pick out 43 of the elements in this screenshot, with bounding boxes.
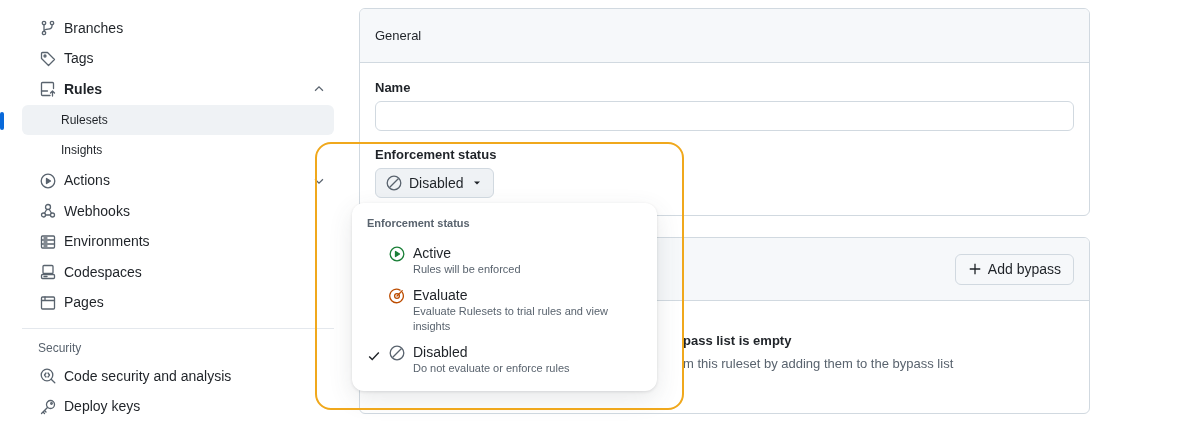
option-description: Rules will be enforced: [413, 262, 521, 275]
name-input[interactable]: [375, 101, 1074, 131]
option-label: Disabled: [413, 343, 468, 360]
webhook-icon: [40, 203, 56, 220]
document-arrow-icon: [40, 81, 56, 98]
code-scan-icon: [40, 368, 56, 385]
empty-state-title: pass list is empty: [683, 332, 792, 350]
option-description: Do not evaluate or enforce rules: [413, 361, 570, 374]
option-description: Evaluate Rulesets to trial rules and view insights: [413, 304, 609, 332]
tag-icon: [40, 50, 56, 67]
sidebar-item[interactable]: Branches: [22, 13, 334, 44]
selection-bar: [0, 111, 4, 130]
sidebar-item[interactable]: Rules: [22, 74, 334, 105]
empty-state-text: m this ruleset by adding them to the bypass list: [683, 355, 954, 373]
section-heading: Security: [38, 341, 82, 355]
plus-icon: [967, 262, 982, 276]
branch-icon: [40, 20, 56, 37]
option-label: Active: [413, 244, 452, 261]
sidebar-item[interactable]: Codespaces: [22, 257, 334, 288]
status-dropdown-button[interactable]: Disabled: [375, 168, 495, 198]
sidebar-item[interactable]: Pages: [22, 287, 334, 318]
menu-option[interactable]: Disabled Do not evaluate or enforce rules: [352, 338, 657, 381]
key-icon: [40, 398, 56, 415]
option-label: Evaluate: [413, 286, 468, 303]
menu-heading: Enforcement status: [367, 217, 470, 229]
sidebar-item[interactable]: Tags: [22, 43, 334, 74]
sidebar-item[interactable]: Actions: [22, 165, 334, 196]
sidebar-item[interactable]: Deploy keys: [22, 391, 334, 422]
browser-window-icon: [40, 294, 56, 311]
sidebar-item[interactable]: Environments: [22, 226, 334, 257]
slashed-circle-icon: [386, 175, 402, 191]
menu-option[interactable]: Active Rules will be enforced: [352, 239, 657, 282]
menu-option[interactable]: Evaluate Evaluate Rulesets to trial rules and view insights: [352, 281, 657, 339]
play-circle-icon: [40, 172, 56, 189]
server-icon: [40, 233, 56, 250]
sidebar-subitem[interactable]: Insights: [22, 135, 334, 166]
add-bypass-button[interactable]: Add bypass: [954, 253, 1074, 285]
card-title: General: [375, 26, 422, 45]
sidebar-item[interactable]: Code security and analysis: [22, 361, 334, 392]
field-label: Enforcement status: [375, 146, 497, 164]
laptop-icon: [40, 264, 56, 281]
field-label: Name: [375, 79, 411, 97]
sidebar-item[interactable]: Webhooks: [22, 196, 334, 227]
